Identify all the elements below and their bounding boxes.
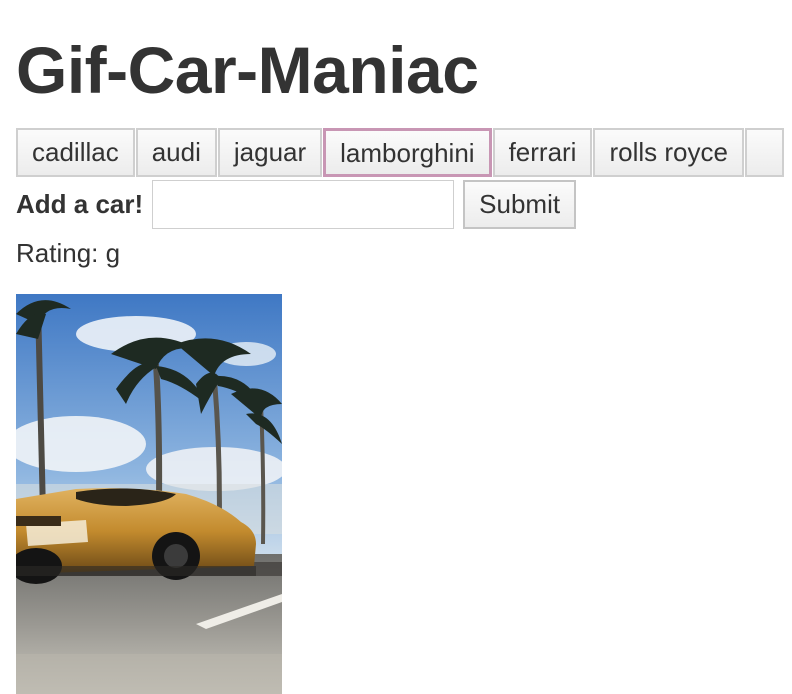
submit-button[interactable]: Submit (463, 180, 577, 229)
car-button-bar: cadillac audi jaguar lamborghini ferrari… (16, 128, 785, 177)
car-button-rolls-royce[interactable]: rolls royce (593, 128, 744, 177)
car-button-overflow[interactable] (744, 128, 785, 177)
car-button-lamborghini[interactable]: lamborghini (323, 128, 492, 177)
car-button-cadillac[interactable]: cadillac (16, 128, 135, 177)
add-car-input[interactable] (152, 180, 455, 229)
page: Gif-Car-Maniac cadillac audi jaguar lamb… (0, 0, 792, 694)
add-car-label: Add a car! (16, 189, 144, 219)
car-button-ferrari[interactable]: ferrari (492, 128, 593, 177)
car-gif-image[interactable] (16, 294, 282, 694)
car-gif-illustration (16, 294, 282, 694)
page-title: Gif-Car-Maniac (16, 33, 479, 107)
car-button-jaguar[interactable]: jaguar (217, 128, 323, 177)
gif-rating: Rating: g (16, 238, 121, 268)
car-button-audi[interactable]: audi (135, 128, 217, 177)
add-car-form: Add a car! Submit (16, 180, 577, 229)
